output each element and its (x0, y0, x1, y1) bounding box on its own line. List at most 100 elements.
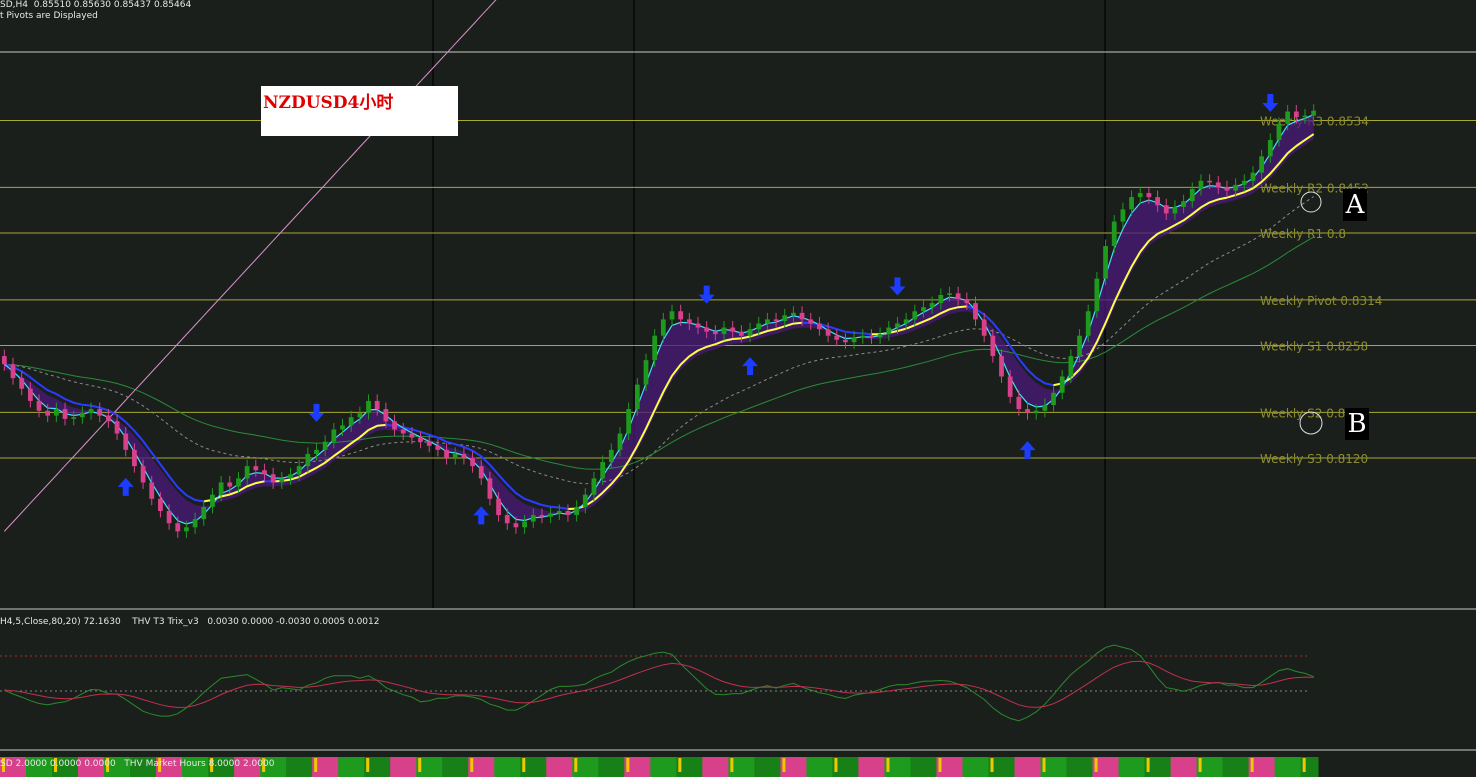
candle-body (860, 335, 866, 338)
candle-body (348, 417, 354, 426)
market-hours-segment (719, 757, 729, 777)
candle-body (1111, 221, 1117, 247)
market-hours-segment (277, 757, 287, 777)
market-hours-segment (598, 757, 608, 777)
market-hours-segment (1291, 757, 1302, 777)
candle-body (704, 327, 710, 332)
candle-body (322, 441, 328, 450)
candle-body (513, 523, 519, 528)
candle-body (678, 311, 684, 320)
candle-body (496, 498, 501, 516)
candle-body (981, 319, 987, 336)
candle-body (236, 478, 241, 487)
market-hours-marker (574, 758, 578, 772)
indicator-header: H4,5,Close,80,20) 72.1630 THV T3 Trix_v3… (0, 617, 380, 627)
market-hours-segment (320, 757, 330, 777)
candle-body (712, 331, 718, 335)
market-hours-segment (815, 757, 825, 777)
candle-body (1059, 376, 1065, 393)
candle-body (990, 335, 996, 357)
candle-body (686, 319, 692, 324)
market-hours-segment (771, 757, 781, 777)
candle-body (660, 319, 666, 336)
market-hours-segment (1049, 757, 1059, 777)
market-hours-segment (546, 757, 556, 777)
candle-body (582, 494, 588, 507)
market-hours-segment (1075, 757, 1085, 777)
market-hours-marker (522, 758, 526, 772)
candle-body (331, 429, 337, 442)
candle-body (1146, 193, 1152, 198)
candle-body (791, 312, 796, 316)
market-hours-segment (1179, 757, 1189, 777)
pivot-label: Weekly R1 0.8 (1260, 227, 1346, 241)
market-hours-segment (1309, 757, 1319, 777)
candle-body (1293, 111, 1299, 118)
candle-body (825, 329, 831, 336)
market-hours-segment (450, 757, 461, 777)
market-hours-segment (1205, 757, 1215, 777)
market-hours-marker (1042, 758, 1046, 772)
candle-body (947, 293, 952, 295)
candle-body (730, 327, 736, 332)
candle-body (53, 409, 59, 416)
candle-body (1103, 246, 1108, 279)
market-hours-segment (355, 757, 365, 777)
candle-body (340, 425, 345, 430)
market-hours-segment (398, 757, 409, 777)
market-hours-segment (763, 757, 773, 777)
market-hours-segment (494, 757, 504, 777)
market-hours-segment (702, 757, 712, 777)
candle-body (140, 466, 146, 483)
candle-body (1025, 409, 1030, 414)
candle-body (10, 364, 16, 379)
annotation-title: NZDUSD4小时 (263, 93, 394, 113)
market-hours-marker (1250, 758, 1254, 772)
market-hours-segment (789, 757, 799, 777)
market-hours-segment (1222, 757, 1232, 777)
market-hours-segment (424, 757, 435, 777)
candle-body (721, 327, 727, 335)
candle-body (574, 506, 580, 516)
market-hours-segment (962, 757, 972, 777)
candle-body (756, 323, 762, 330)
candle-body (1129, 197, 1134, 210)
market-hours-segment (1083, 757, 1094, 777)
candle-body (999, 356, 1004, 377)
market-hours-segment (442, 757, 452, 777)
market-hours-marker (470, 758, 474, 772)
candle-body (912, 311, 918, 320)
candle-body (62, 409, 68, 419)
candle-body (1241, 180, 1247, 185)
candle-body (1302, 115, 1308, 118)
candle-body (1233, 184, 1239, 191)
candle-body (669, 311, 675, 320)
candle-body (834, 335, 840, 340)
candle-body (357, 413, 363, 418)
candle-body (158, 498, 163, 511)
candle-body (530, 515, 536, 522)
annotation-box: NZDUSD4小时 (261, 86, 458, 136)
candle-body (392, 421, 397, 430)
market-hours-segment (997, 757, 1007, 777)
candle-body (1276, 123, 1282, 141)
candle-body (1181, 201, 1186, 207)
candle-body (921, 307, 926, 312)
market-hours-segment (867, 757, 877, 777)
market-hours-marker (626, 758, 630, 772)
candle-body (1311, 110, 1317, 116)
candle-body (192, 519, 198, 528)
market-hours-segment (1109, 757, 1120, 777)
market-hours-segment (849, 757, 859, 777)
market-hours-segment (433, 757, 443, 777)
market-hours-segment (1231, 757, 1241, 777)
market-hours-segment (1023, 757, 1033, 777)
market-hours-segment (1265, 757, 1276, 777)
candle-body (843, 339, 848, 343)
market-hours-segment (971, 757, 981, 777)
candle-body (869, 335, 874, 338)
market-hours-segment (910, 757, 920, 777)
candle-body (227, 482, 233, 487)
candle-body (487, 478, 493, 499)
market-hours-segment (1239, 757, 1250, 777)
